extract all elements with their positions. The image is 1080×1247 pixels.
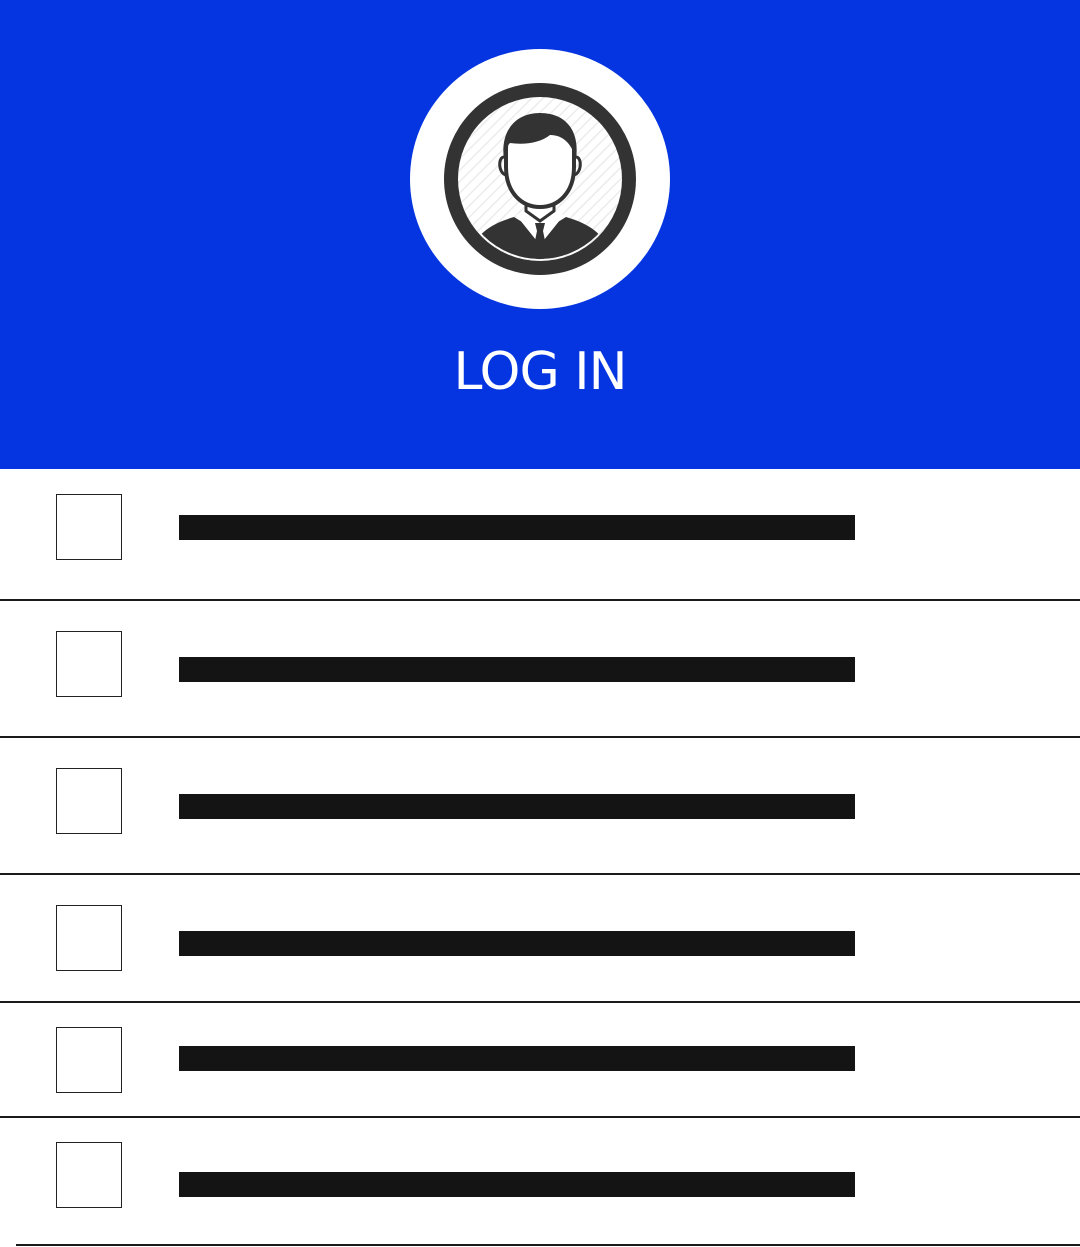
row-2-checkbox[interactable] [56, 631, 122, 697]
row-divider [0, 736, 1080, 738]
row-1-input[interactable] [179, 515, 855, 540]
row-3-input[interactable] [179, 794, 855, 819]
avatar [410, 49, 670, 309]
row-4-checkbox[interactable] [56, 905, 122, 971]
row-1-checkbox[interactable] [56, 494, 122, 560]
row-5-checkbox[interactable] [56, 1027, 122, 1093]
row-divider [0, 1001, 1080, 1003]
login-header: LOG IN [0, 0, 1080, 469]
row-3-checkbox[interactable] [56, 768, 122, 834]
row-5-input[interactable] [179, 1046, 855, 1071]
row-4-input[interactable] [179, 931, 855, 956]
row-6-checkbox[interactable] [56, 1142, 122, 1208]
row-divider [0, 1116, 1080, 1118]
row-6-input[interactable] [179, 1172, 855, 1197]
row-2-input[interactable] [179, 657, 855, 682]
row-divider [0, 873, 1080, 875]
page-title: LOG IN [453, 342, 627, 402]
login-screen: LOG IN [0, 0, 1080, 1247]
row-divider [0, 599, 1080, 601]
row-divider [16, 1244, 1080, 1246]
user-avatar-icon [444, 83, 636, 275]
